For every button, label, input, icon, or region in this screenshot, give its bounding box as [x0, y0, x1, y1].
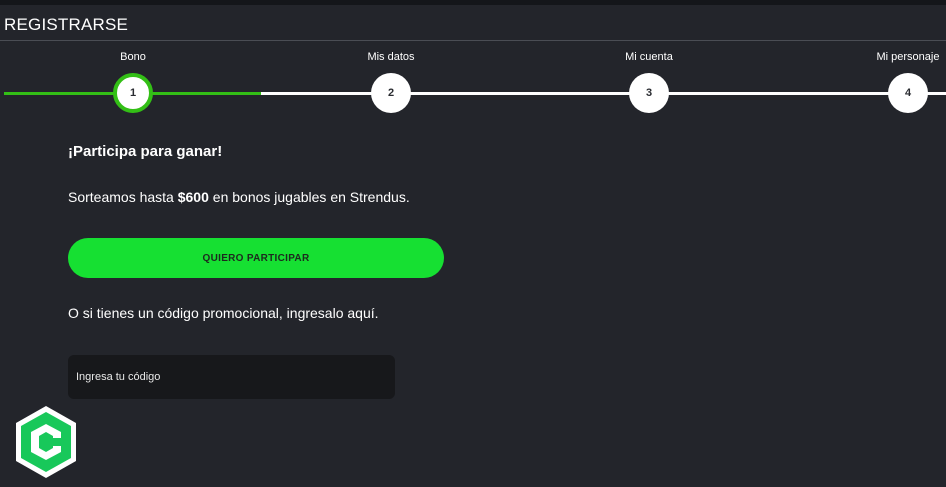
- page-title: REGISTRARSE: [4, 15, 129, 34]
- bonus-heading: ¡Participa para ganar!: [68, 143, 223, 160]
- step-number[interactable]: 3: [629, 73, 669, 113]
- promo-code-input[interactable]: [68, 355, 395, 399]
- step-number[interactable]: 2: [371, 73, 411, 113]
- registration-stepper: Bono 1 Mis datos 2 Mi cuenta 3 Mi person…: [0, 50, 946, 120]
- step-label: Bono: [120, 51, 146, 63]
- strendus-hexagon-logo-icon[interactable]: [12, 404, 80, 480]
- step-label: Mis datos: [367, 51, 415, 63]
- step-number[interactable]: 4: [888, 73, 928, 113]
- step-label: Mi cuenta: [625, 51, 673, 63]
- promo-code-hint: O si tienes un código promocional, ingre…: [68, 305, 379, 321]
- title-divider: [0, 40, 946, 41]
- step-mi-cuenta[interactable]: Mi cuenta 3: [589, 50, 709, 113]
- step-label: Mi personaje: [876, 51, 940, 63]
- promo-amount: $600: [177, 189, 209, 205]
- step-bono[interactable]: Bono 1: [73, 50, 193, 113]
- top-bar: [0, 0, 946, 5]
- promo-prefix: Sorteamos hasta: [68, 189, 178, 205]
- promo-text: Sorteamos hasta $600 en bonos jugables e…: [68, 189, 410, 205]
- step-mis-datos[interactable]: Mis datos 2: [331, 50, 451, 113]
- step-number[interactable]: 1: [113, 73, 153, 113]
- promo-suffix: en bonos jugables en Strendus.: [208, 189, 410, 205]
- participate-button[interactable]: QUIERO PARTICIPAR: [68, 238, 444, 278]
- step-mi-personaje[interactable]: Mi personaje 4: [848, 50, 946, 113]
